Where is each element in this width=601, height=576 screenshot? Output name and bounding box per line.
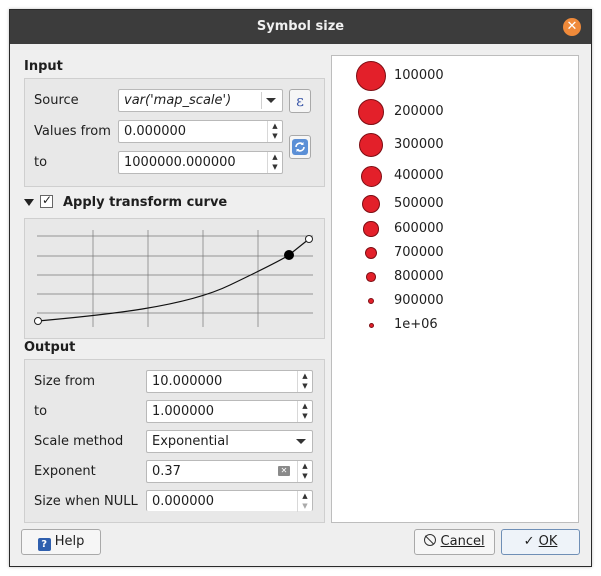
question-icon: ? [37, 538, 51, 551]
cancel-circle-icon [424, 534, 437, 546]
transform-checkbox[interactable]: ✓ [40, 193, 53, 208]
curve-grid [37, 230, 313, 327]
scale-method-label: Scale method [34, 434, 124, 449]
size-to-value: 1.000000 [152, 404, 215, 419]
spin-arrows[interactable]: ▲ ▼ [297, 371, 312, 392]
legend-symbol [363, 221, 379, 237]
help-button-label: Help [54, 534, 85, 549]
size-null-value: 0.000000 [152, 494, 215, 509]
spin-up-icon[interactable]: ▲ [298, 401, 312, 411]
title-bar: Symbol size ✕ [10, 10, 591, 44]
scale-method-combobox[interactable]: Exponential [146, 430, 313, 453]
values-from-value: 0.000000 [124, 124, 187, 139]
legend-symbol [360, 165, 382, 187]
chevron-down-icon[interactable] [266, 98, 276, 103]
legend-preview: 100000 200000 300000 400000 500000 600000 7000… [331, 55, 579, 523]
legend-label: 200000 [394, 104, 444, 119]
spin-up-icon[interactable]: ▲ [298, 371, 312, 381]
transform-curve-editor[interactable] [24, 218, 325, 339]
expression-button[interactable]: ε [289, 89, 311, 113]
scale-method-value: Exponential [152, 434, 229, 449]
exponent-label: Exponent [34, 464, 96, 479]
size-null-label: Size when NULL [34, 494, 138, 509]
input-section-title: Input [24, 59, 63, 74]
curve-end-point[interactable] [305, 235, 313, 243]
values-to-spinbox[interactable]: 1000000.000000 ▲ ▼ [118, 151, 283, 174]
spin-arrows[interactable]: ▲ ▼ [267, 152, 282, 173]
legend-label: 500000 [394, 196, 444, 211]
combo-separator [261, 92, 262, 109]
spin-up-icon[interactable]: ▲ [268, 152, 282, 162]
spin-down-icon[interactable]: ▼ [298, 471, 312, 481]
spin-down-icon[interactable]: ▼ [268, 131, 282, 141]
transform-curve [37, 238, 310, 322]
spin-arrows[interactable]: ▲ ▼ [297, 401, 312, 422]
triangle-down-icon[interactable] [24, 199, 34, 206]
transform-label: Apply transform curve [63, 195, 228, 210]
values-to-value: 1000000.000000 [124, 155, 236, 170]
chevron-down-icon[interactable] [296, 439, 306, 444]
legend-label: 300000 [394, 137, 444, 152]
spin-down-icon[interactable]: ▼ [268, 162, 282, 172]
legend-label: 400000 [394, 168, 444, 183]
spin-up-icon[interactable]: ▲ [298, 461, 312, 471]
legend-symbol [368, 322, 374, 328]
refresh-icon [292, 139, 308, 155]
size-to-label: to [34, 404, 48, 419]
size-from-value: 10.000000 [152, 374, 223, 389]
legend-symbol [357, 98, 385, 126]
checkmark-icon: ✓ [42, 193, 53, 207]
spin-arrows[interactable]: ▲ ▼ [297, 491, 312, 512]
size-to-spinbox[interactable]: 1.000000 ▲ ▼ [146, 400, 313, 423]
spin-arrows[interactable]: ▲ ▼ [267, 121, 282, 142]
spin-down-icon[interactable]: ▼ [298, 381, 312, 391]
legend-symbol [359, 133, 383, 157]
input-to-label: to [34, 155, 48, 170]
exponent-value: 0.37 [152, 464, 181, 479]
curve-control-point[interactable] [284, 250, 294, 260]
spin-arrows[interactable]: ▲ ▼ [297, 461, 312, 482]
legend-label: 900000 [394, 293, 444, 308]
legend-symbol [356, 61, 386, 91]
spin-up-icon[interactable]: ▲ [298, 491, 312, 501]
legend-symbol [367, 297, 375, 305]
help-button[interactable]: ? Help [21, 529, 101, 555]
source-combobox[interactable]: var('map_scale') [118, 89, 283, 112]
legend-label: 100000 [394, 68, 444, 83]
clear-text-icon[interactable]: ✕ [278, 466, 290, 476]
legend-symbol [362, 195, 380, 213]
values-from-label: Values from [34, 124, 111, 139]
source-label: Source [34, 93, 79, 108]
legend-label: 600000 [394, 221, 444, 236]
spin-down-icon[interactable]: ▼ [298, 501, 312, 511]
spin-up-icon[interactable]: ▲ [268, 121, 282, 131]
spin-down-icon[interactable]: ▼ [298, 411, 312, 421]
source-value: var('map_scale') [124, 93, 232, 108]
curve-start-point[interactable] [34, 317, 42, 325]
legend-symbol [364, 246, 378, 260]
checkmark-icon: ✓ [523, 534, 535, 549]
ok-button-label: OK [538, 534, 558, 549]
exponent-spinbox[interactable]: 0.37 ✕ ▲ ▼ [146, 460, 313, 483]
size-null-spinbox[interactable]: 0.000000 ▲ ▼ [146, 490, 313, 512]
ok-button[interactable]: ✓ OK [501, 529, 580, 555]
legend-label: 800000 [394, 269, 444, 284]
epsilon-icon: ε [296, 92, 304, 110]
cancel-button[interactable]: Cancel [414, 529, 495, 555]
dialog-title: Symbol size [256, 19, 345, 34]
legend-label: 700000 [394, 245, 444, 260]
legend-symbol [366, 272, 376, 282]
size-from-label: Size from [34, 374, 96, 389]
cancel-button-label: Cancel [440, 534, 485, 549]
output-section-title: Output [24, 340, 76, 355]
values-from-spinbox[interactable]: 0.000000 ▲ ▼ [118, 120, 283, 143]
size-from-spinbox[interactable]: 10.000000 ▲ ▼ [146, 370, 313, 393]
refresh-button[interactable] [289, 135, 311, 159]
close-icon[interactable]: ✕ [563, 18, 581, 36]
curve-plot[interactable] [25, 219, 324, 338]
legend-label: 1e+06 [394, 317, 438, 332]
